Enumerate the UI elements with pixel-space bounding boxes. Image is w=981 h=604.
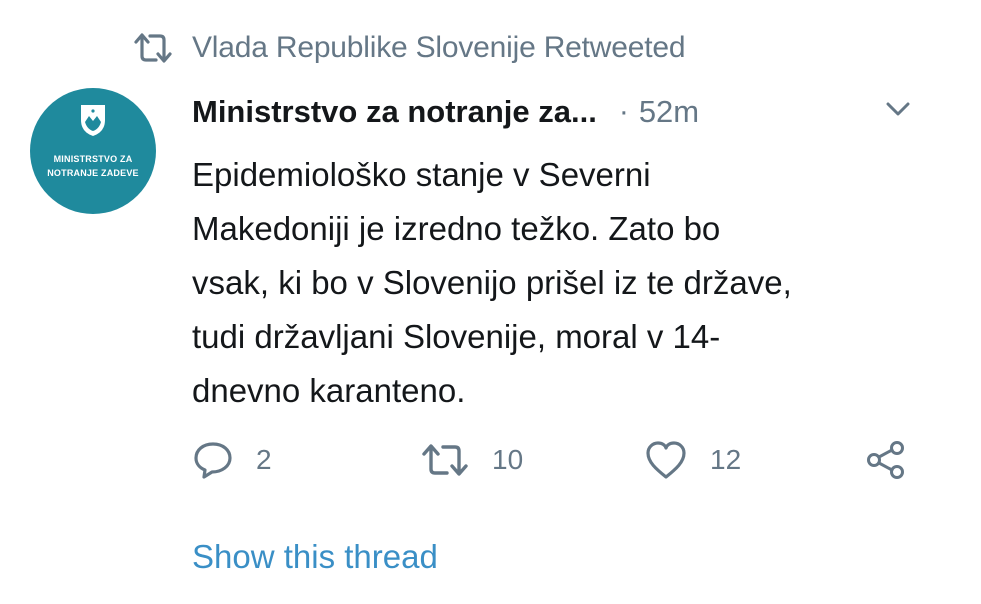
tweet-text: Epidemiološko stanje v Severni Makedonij… (192, 156, 792, 409)
reply-button[interactable]: 2 (192, 430, 272, 490)
show-thread-link[interactable]: Show this thread (192, 538, 438, 576)
avatar-text: MINISTRSTVO ZA NOTRANJE ZADEVE (30, 152, 156, 180)
share-button[interactable] (864, 430, 908, 490)
avatar[interactable]: MINISTRSTVO ZA NOTRANJE ZADEVE (30, 88, 156, 214)
retweet-button[interactable]: 10 (420, 430, 523, 490)
like-button[interactable]: 12 (644, 430, 741, 490)
retweet-icon (420, 440, 470, 480)
author-name[interactable]: Ministrstvo za notranje za... (192, 94, 597, 130)
retweet-context-text: Vlada Republike Slovenije Retweeted (192, 31, 686, 64)
retweet-context[interactable]: Vlada Republike Slovenije Retweeted (132, 30, 686, 66)
tweet-time[interactable]: 52m (639, 94, 699, 130)
share-icon (864, 439, 908, 481)
crest-icon (78, 102, 108, 138)
reply-icon (192, 439, 234, 481)
like-count: 12 (710, 444, 742, 475)
tweet-actions: 2 10 12 (192, 430, 922, 490)
avatar-text-line: NOTRANJE ZADEVE (47, 168, 139, 178)
retweet-count: 10 (492, 444, 524, 475)
reply-count: 2 (256, 444, 272, 475)
tweet-header: Ministrstvo za notranje za... · 52m (192, 90, 922, 134)
retweet-icon (132, 30, 174, 66)
chevron-down-icon[interactable] (884, 98, 912, 120)
separator-dot: · (618, 95, 629, 128)
heart-icon (644, 439, 688, 481)
avatar-text-line: MINISTRSTVO ZA (53, 154, 133, 164)
